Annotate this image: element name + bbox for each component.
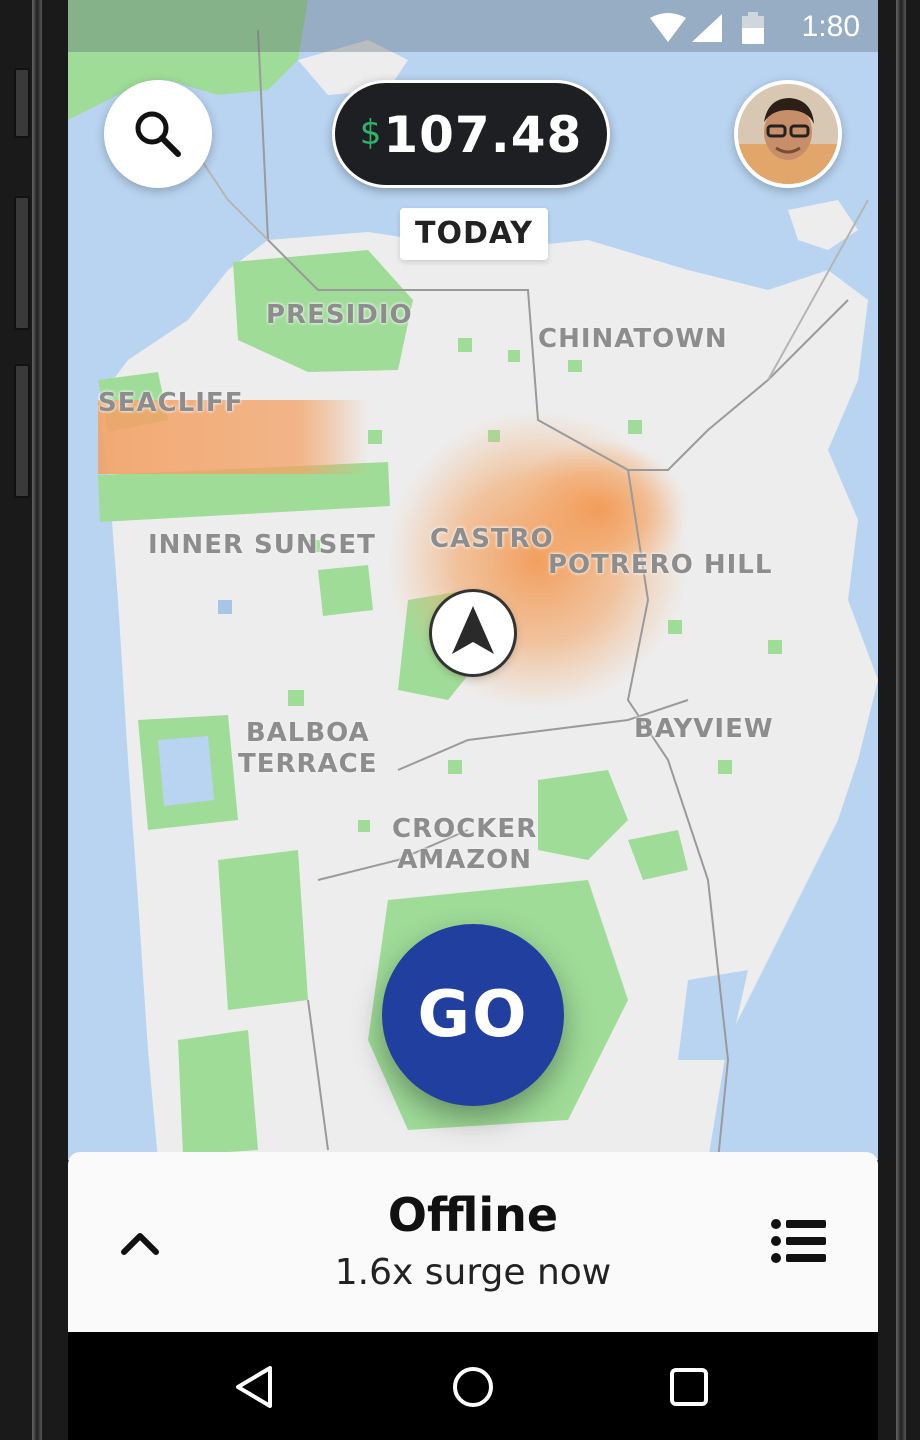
current-location-marker[interactable] [432, 592, 514, 674]
earnings-amount: 107.48 [383, 106, 583, 164]
go-online-button[interactable]: GO [382, 924, 564, 1106]
earnings-period-label: TODAY [400, 208, 548, 260]
profile-photo [738, 84, 838, 184]
battery-icon [742, 12, 764, 44]
map-label-potrero-hill: POTRERO HILL [548, 550, 773, 580]
driver-status-title: Offline [387, 1188, 559, 1242]
map-label-castro: CASTRO [430, 524, 554, 554]
phone-frame-right [896, 0, 906, 1440]
search-button[interactable] [104, 80, 212, 188]
map-label-presidio: PRESIDIO [266, 300, 413, 330]
driver-status-panel[interactable]: Offline 1.6x surge now [68, 1152, 878, 1332]
map-label-chinatown: CHINATOWN [538, 324, 728, 354]
map-label-inner-sunset: INNER SUNSET [148, 530, 376, 560]
phone-device: PRESIDIO CHINATOWN SEACLIFF INNER SUNSET… [0, 0, 920, 1440]
map-label-seacliff: SEACLIFF [98, 388, 244, 418]
home-icon[interactable] [448, 1362, 498, 1412]
signal-icon [692, 14, 722, 42]
earnings-pill[interactable]: $107.48 [332, 80, 610, 188]
recents-icon[interactable] [664, 1362, 714, 1412]
menu-list-button[interactable] [768, 1216, 832, 1266]
status-bar: 1:80 [68, 0, 878, 52]
navigation-arrow-icon [452, 606, 494, 654]
profile-avatar[interactable] [734, 80, 842, 188]
surge-status-text: 1.6x surge now [334, 1252, 612, 1293]
list-icon [771, 1219, 826, 1263]
power-key[interactable] [14, 364, 30, 498]
system-navigation-bar [68, 1332, 878, 1440]
map-label-bayview: BAYVIEW [634, 714, 774, 744]
volume-up-key[interactable] [14, 68, 30, 138]
search-icon [135, 111, 181, 157]
phone-screen: PRESIDIO CHINATOWN SEACLIFF INNER SUNSET… [68, 0, 878, 1440]
status-time: 1:80 [801, 10, 860, 43]
status-icons [650, 12, 764, 44]
wifi-icon [650, 13, 686, 42]
back-icon[interactable] [228, 1362, 278, 1412]
map-label-crocker-amazon: CROCKER AMAZON [392, 814, 538, 875]
phone-frame-left [32, 0, 42, 1440]
map-label-balboa-terrace: BALBOA TERRACE [238, 718, 378, 779]
currency-symbol: $ [359, 113, 382, 153]
volume-down-key[interactable] [14, 196, 30, 330]
